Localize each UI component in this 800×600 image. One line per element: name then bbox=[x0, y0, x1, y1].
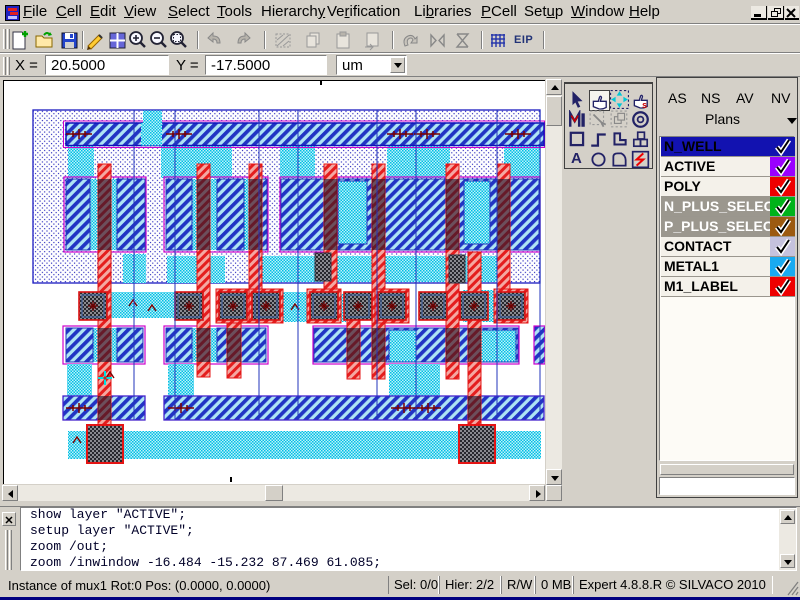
svg-text:s: s bbox=[642, 100, 647, 109]
